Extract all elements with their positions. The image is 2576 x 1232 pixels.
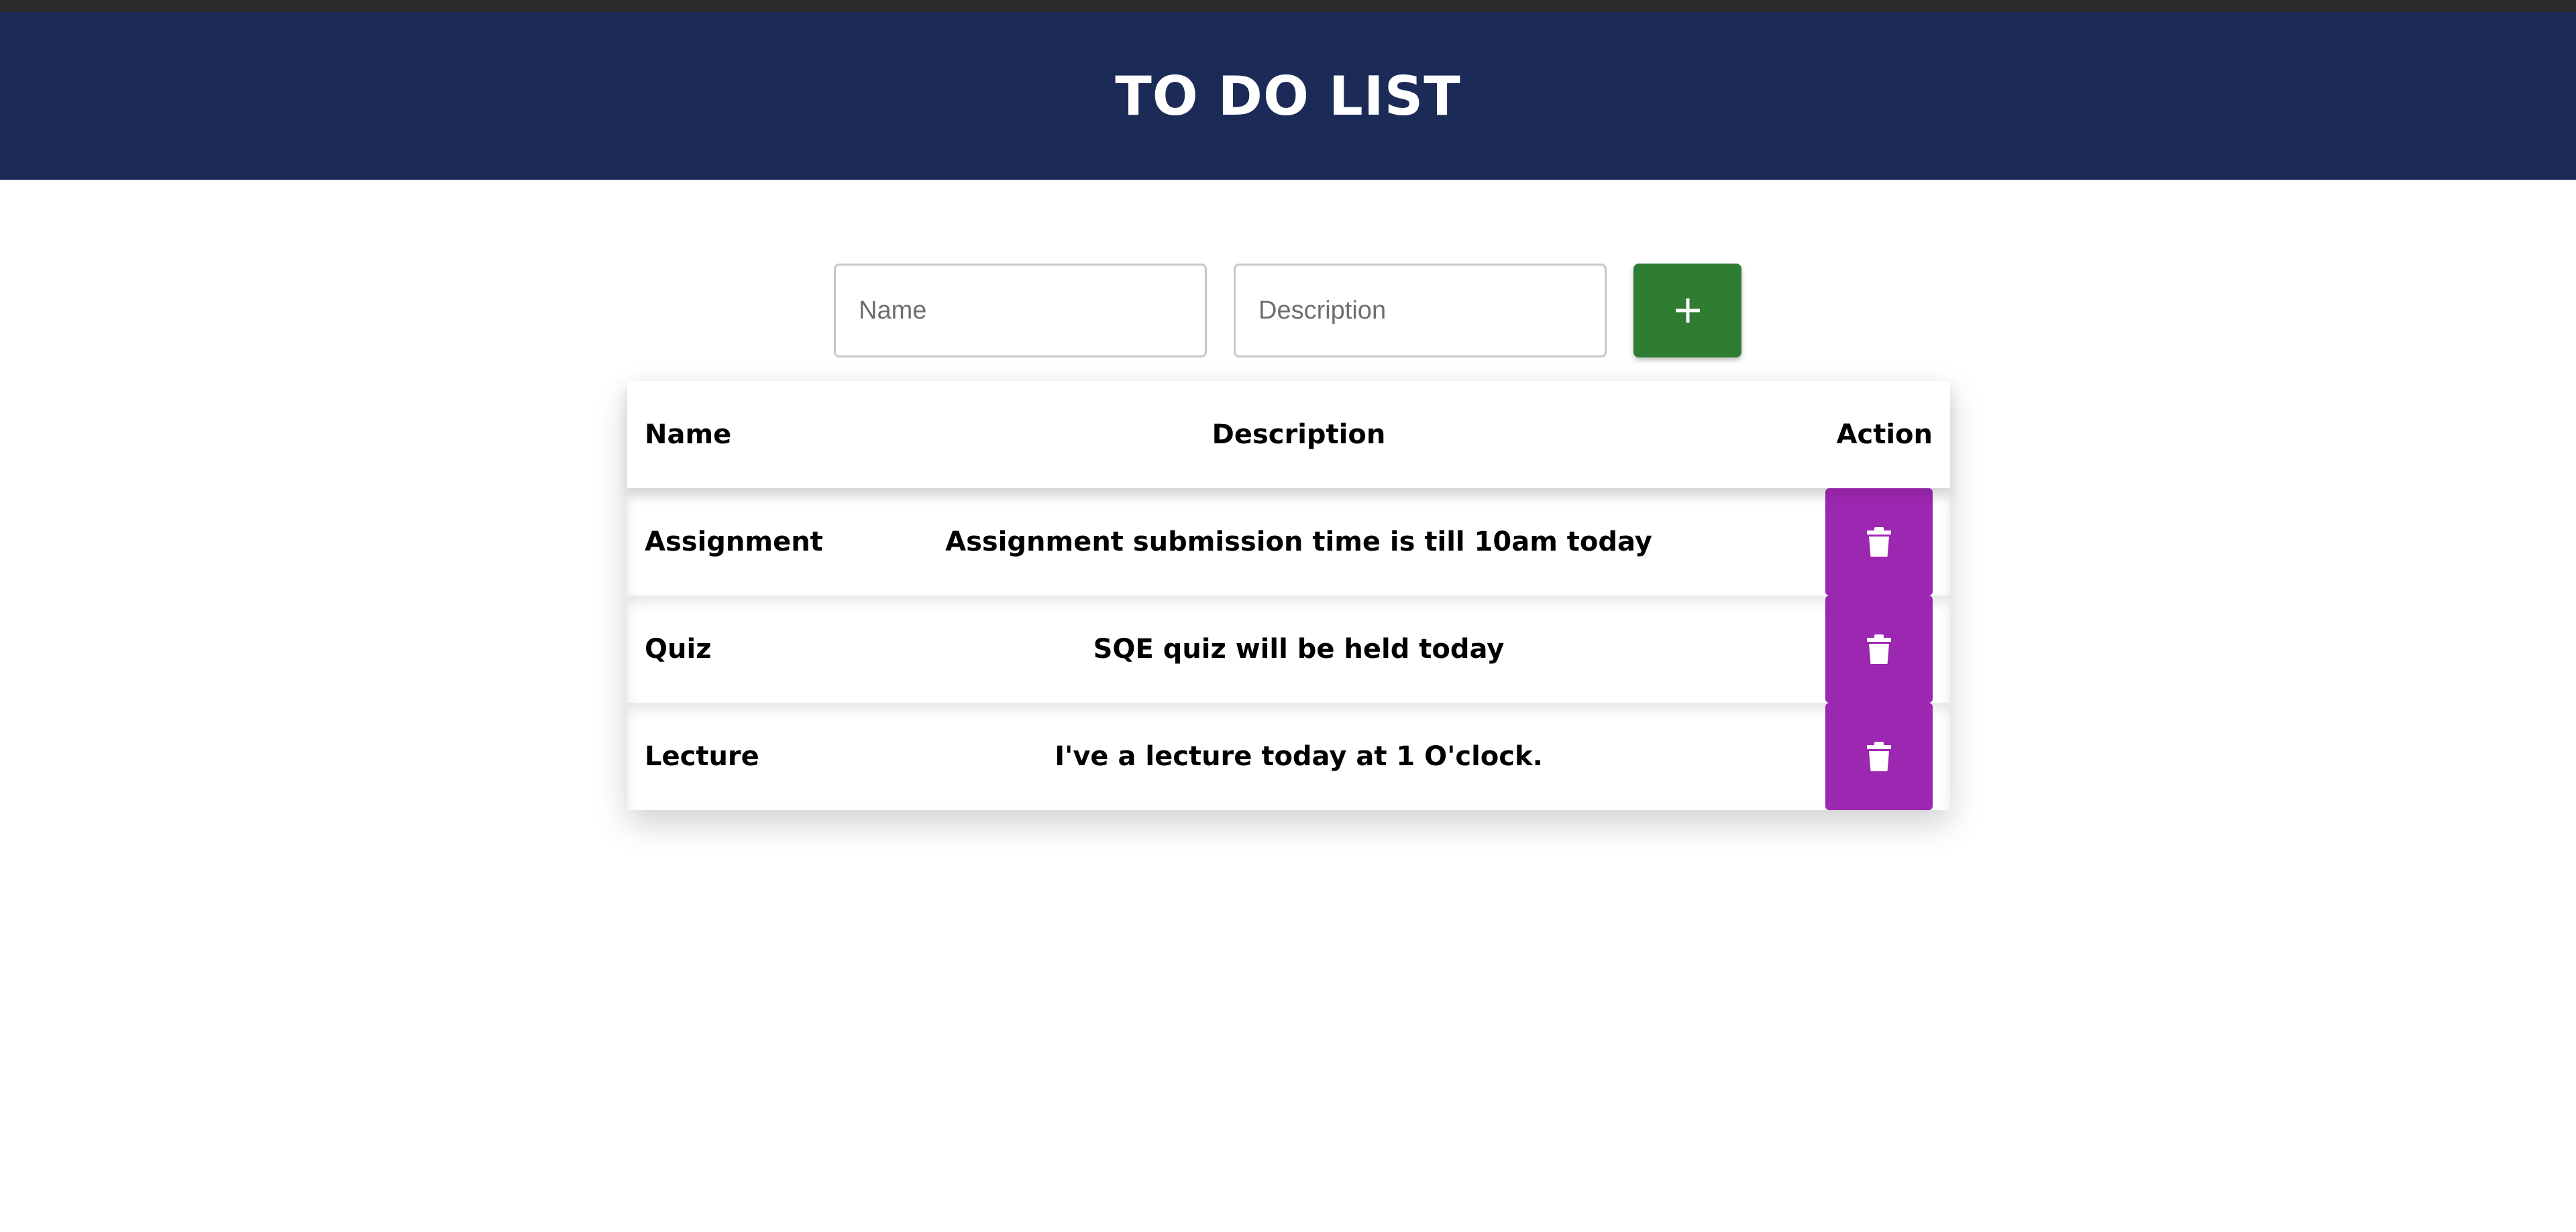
app-header: TO DO LIST (0, 12, 2576, 180)
delete-button[interactable] (1825, 703, 1933, 810)
browser-top-strip (0, 0, 2576, 12)
table-row: Lecture I've a lecture today at 1 O'cloc… (627, 703, 1950, 810)
page-title: TO DO LIST (1115, 64, 1461, 127)
delete-button[interactable] (1825, 488, 1933, 596)
plus-icon (1675, 298, 1700, 323)
column-header-description: Description (1212, 419, 1386, 450)
row-name: Lecture (645, 741, 759, 772)
column-header-name: Name (645, 419, 732, 450)
table-row: Quiz SQE quiz will be held today (627, 596, 1950, 703)
row-description: Assignment submission time is till 10am … (945, 526, 1652, 557)
delete-button[interactable] (1825, 596, 1933, 703)
description-input[interactable] (1234, 264, 1607, 357)
trash-icon (1867, 527, 1891, 557)
add-todo-button[interactable] (1633, 264, 1741, 357)
row-description: I've a lecture today at 1 O'clock. (1055, 741, 1543, 772)
todo-table: Name Description Action Assignment Assig… (627, 381, 1950, 810)
table-row: Assignment Assignment submission time is… (627, 488, 1950, 596)
trash-icon (1867, 742, 1891, 771)
column-header-action: Action (1836, 419, 1933, 450)
row-description: SQE quiz will be held today (1093, 634, 1505, 665)
name-input[interactable] (834, 264, 1207, 357)
add-todo-form (834, 264, 1741, 357)
trash-icon (1867, 634, 1891, 664)
row-name: Quiz (645, 634, 712, 665)
table-header-row: Name Description Action (627, 381, 1950, 488)
row-name: Assignment (645, 526, 823, 557)
